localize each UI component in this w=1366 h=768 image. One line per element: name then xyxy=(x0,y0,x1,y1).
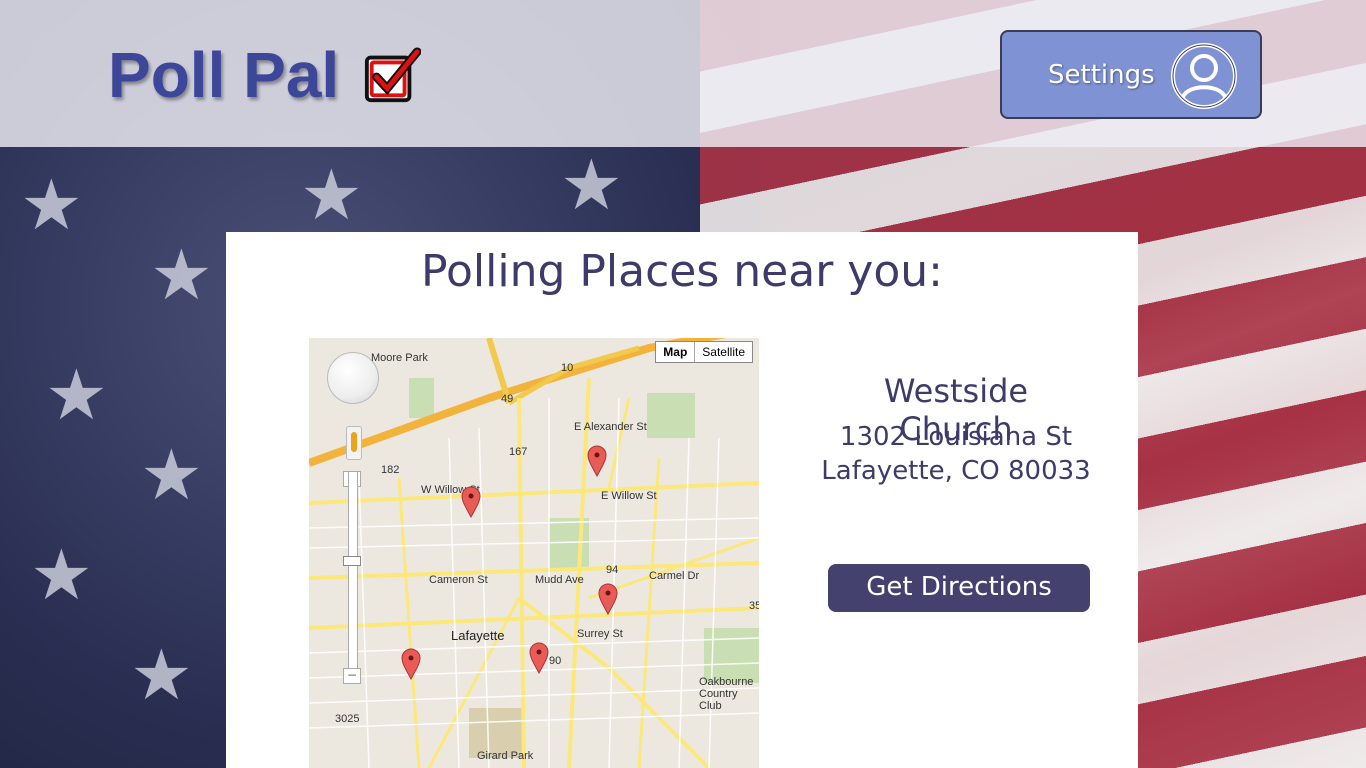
page-title: Polling Places near you: xyxy=(421,246,943,297)
map-label: Lafayette xyxy=(451,628,505,643)
map-label: 35 xyxy=(749,600,759,612)
map-pin-icon[interactable] xyxy=(461,486,481,518)
user-icon xyxy=(1171,43,1237,109)
zoom-slider[interactable] xyxy=(348,471,358,683)
app-title: Poll Pal xyxy=(108,39,340,111)
map-type-control: Map Satellite xyxy=(655,341,753,363)
map-label: Mudd Ave xyxy=(535,574,584,586)
zoom-out-button[interactable]: − xyxy=(343,668,361,684)
star-decoration: ★ xyxy=(150,234,213,316)
star-decoration: ★ xyxy=(300,154,363,236)
map-label: 167 xyxy=(509,446,528,458)
get-directions-button[interactable]: Get Directions xyxy=(828,564,1090,612)
star-decoration: ★ xyxy=(45,354,108,436)
map-label: 3025 xyxy=(335,713,360,725)
map-label: Cameron St xyxy=(429,574,488,586)
map-pin-icon[interactable] xyxy=(598,583,618,615)
settings-label: Settings xyxy=(1048,60,1155,90)
pegman-icon[interactable] xyxy=(346,426,362,460)
polling-card: Polling Places near you: Map Satellite −… xyxy=(226,232,1138,768)
map-label: 10 xyxy=(561,362,574,374)
polling-map[interactable]: Map Satellite + − Moore Park E Alexander… xyxy=(309,338,759,768)
map-label: 182 xyxy=(381,464,400,476)
map-label: Girard Park xyxy=(477,750,534,762)
map-type-map[interactable]: Map xyxy=(656,342,696,362)
map-roads xyxy=(309,338,759,768)
map-label: Moore Park xyxy=(371,352,428,364)
map-pin-icon[interactable] xyxy=(401,648,421,680)
star-decoration: ★ xyxy=(140,434,203,516)
app-header: Poll Pal Settings xyxy=(0,0,1366,147)
star-decoration: ★ xyxy=(130,634,193,716)
map-label: 49 xyxy=(501,393,514,405)
checkbox-check-icon xyxy=(364,47,421,103)
map-label: 94 xyxy=(606,564,619,576)
zoom-handle[interactable] xyxy=(343,556,361,566)
map-pin-icon[interactable] xyxy=(587,445,607,477)
map-label: 90 xyxy=(549,655,562,667)
map-label: Carmel Dr xyxy=(649,570,700,582)
map-pin-icon[interactable] xyxy=(529,642,549,674)
map-label: E Alexander St xyxy=(574,421,647,433)
map-type-satellite[interactable]: Satellite xyxy=(695,342,752,362)
settings-button[interactable]: Settings xyxy=(1000,30,1262,119)
star-decoration: ★ xyxy=(30,534,93,616)
map-label: E Willow St xyxy=(601,490,657,502)
map-label: Surrey St xyxy=(577,628,623,640)
star-decoration: ★ xyxy=(20,164,83,246)
map-label: Oakbourne Country Club xyxy=(699,676,754,712)
star-decoration: ★ xyxy=(560,144,623,226)
place-address: 1302 Louisiana St Lafayette, CO 80033 xyxy=(806,420,1106,488)
address-city: Lafayette, CO 80033 xyxy=(821,456,1091,486)
address-street: 1302 Louisiana St xyxy=(839,422,1073,452)
